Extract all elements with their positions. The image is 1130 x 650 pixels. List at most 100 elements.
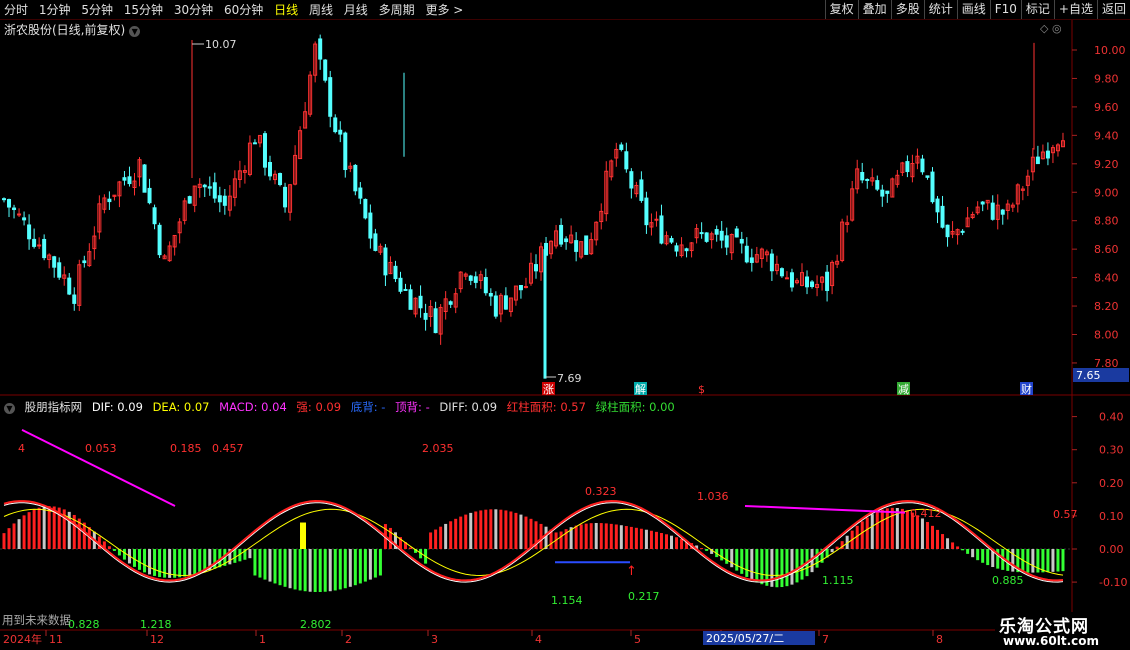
candle-body [925, 175, 930, 178]
macd-bar [1006, 549, 1010, 571]
macd-value: MACD: 0.04 [219, 400, 287, 414]
price-tick-label: 10.00 [1094, 44, 1126, 57]
macd-bar [765, 549, 769, 586]
macd-bar [715, 549, 719, 558]
macd-bar [419, 549, 423, 559]
tab-15min[interactable]: 15分钟 [124, 3, 163, 17]
macd-bar [539, 523, 543, 549]
candle-body [634, 184, 639, 195]
candle-body [72, 294, 77, 304]
candle-body [167, 245, 172, 262]
macd-bar [956, 546, 960, 549]
candle-body [699, 232, 704, 235]
candle-body [654, 218, 659, 221]
macd-bar [253, 549, 257, 576]
chevron-down-icon[interactable]: ▼ [129, 26, 141, 37]
candle-body [172, 234, 177, 248]
macd-bar [17, 519, 21, 549]
red-area-annotation: 2.035 [422, 442, 454, 455]
candle-body [107, 198, 112, 203]
candle-body [142, 164, 147, 193]
macd-bar [489, 509, 493, 549]
macd-tick-label: 0.20 [1099, 477, 1124, 490]
price-tick-label: 9.80 [1094, 72, 1119, 85]
tab-multi-period[interactable]: 多周期 [379, 3, 415, 17]
candle-body [774, 263, 779, 272]
macd-bar [790, 549, 794, 585]
back-button[interactable]: 返回 [1096, 0, 1130, 19]
chart-canvas[interactable]: 10.009.809.609.409.209.008.808.608.408.2… [0, 0, 1130, 650]
tab-fenshi[interactable]: 分时 [4, 3, 28, 17]
candlestick-series [2, 34, 1065, 379]
candle-body [32, 238, 37, 247]
macd-bar [700, 548, 704, 550]
mark-button[interactable]: 标记 [1020, 0, 1054, 19]
candle-body [559, 224, 564, 245]
macd-bar [574, 525, 578, 549]
tab-monthly[interactable]: 月线 [344, 3, 368, 17]
tab-5min[interactable]: 5分钟 [81, 3, 113, 17]
macd-bar [313, 549, 317, 592]
macd-bar [288, 549, 292, 589]
draw-line-button[interactable]: 画线 [956, 0, 990, 19]
macd-bar [338, 549, 342, 590]
candle-body [1005, 203, 1010, 212]
macd-bar [1011, 549, 1015, 572]
tab-more[interactable]: 更多 > [425, 3, 463, 17]
candle-body [664, 235, 669, 245]
candle-body [739, 238, 744, 244]
macd-bar [67, 511, 71, 549]
restore-rights-button[interactable]: 复权 [824, 0, 858, 19]
macd-bar [127, 549, 131, 564]
site-logo: 乐淘公式网 www.60lt.com [995, 612, 1130, 650]
tab-30min[interactable]: 30分钟 [174, 3, 213, 17]
candle-body [227, 195, 232, 211]
macd-bar [2, 533, 6, 549]
multi-stock-button[interactable]: 多股 [890, 0, 924, 19]
tab-weekly[interactable]: 周线 [309, 3, 333, 17]
statistics-button[interactable]: 统计 [923, 0, 957, 19]
current-price-box [1073, 368, 1129, 382]
tab-60min[interactable]: 60分钟 [224, 3, 263, 17]
macd-bar [208, 549, 212, 571]
signal-label: 减 [898, 383, 909, 396]
macd-bar [976, 549, 980, 561]
macd-bar [624, 526, 628, 549]
candle-body [905, 161, 910, 173]
price-tick-label: 9.40 [1094, 129, 1119, 142]
indicator-menu-icon[interactable]: ▼ [4, 403, 15, 414]
macd-bar [12, 523, 16, 549]
macd-bar [388, 527, 392, 549]
indicator-name[interactable]: 股朋指标网 [25, 400, 83, 414]
macd-tick-label: 0.40 [1099, 411, 1124, 424]
overlay-button[interactable]: 叠加 [857, 0, 891, 19]
macd-bar [584, 523, 588, 549]
macd-bar [830, 549, 834, 553]
f10-button[interactable]: F10 [989, 0, 1021, 19]
macd-bar [273, 549, 277, 584]
candle-body [659, 215, 664, 244]
chart-title[interactable]: 浙农股份(日线,前复权) ▼ [4, 21, 141, 38]
candle-body [182, 200, 187, 221]
signal-label: 解 [635, 382, 646, 396]
chart-tools[interactable]: ◇ ◎ [1040, 22, 1062, 35]
candle-body [443, 298, 448, 313]
macd-bar [835, 546, 839, 549]
candle-body [62, 274, 67, 279]
candle-body [473, 276, 478, 283]
add-watchlist-button[interactable]: +自选 [1053, 0, 1097, 19]
tab-daily[interactable]: 日线 [274, 3, 298, 17]
candle-body [212, 182, 217, 199]
red-area-annotation: 0.053 [85, 442, 117, 455]
macd-bar [414, 549, 418, 553]
macd-bar [449, 521, 453, 549]
macd-bar [474, 511, 478, 549]
year-label: 2024年 [3, 632, 42, 646]
red-area-annotation: 1.036 [697, 490, 729, 503]
macd-bar [278, 549, 282, 586]
tab-1min[interactable]: 1分钟 [39, 3, 71, 17]
macd-bar [654, 531, 658, 549]
strong-value: 强: 0.09 [296, 400, 342, 414]
candle-body [900, 162, 905, 173]
candle-body [955, 229, 960, 236]
